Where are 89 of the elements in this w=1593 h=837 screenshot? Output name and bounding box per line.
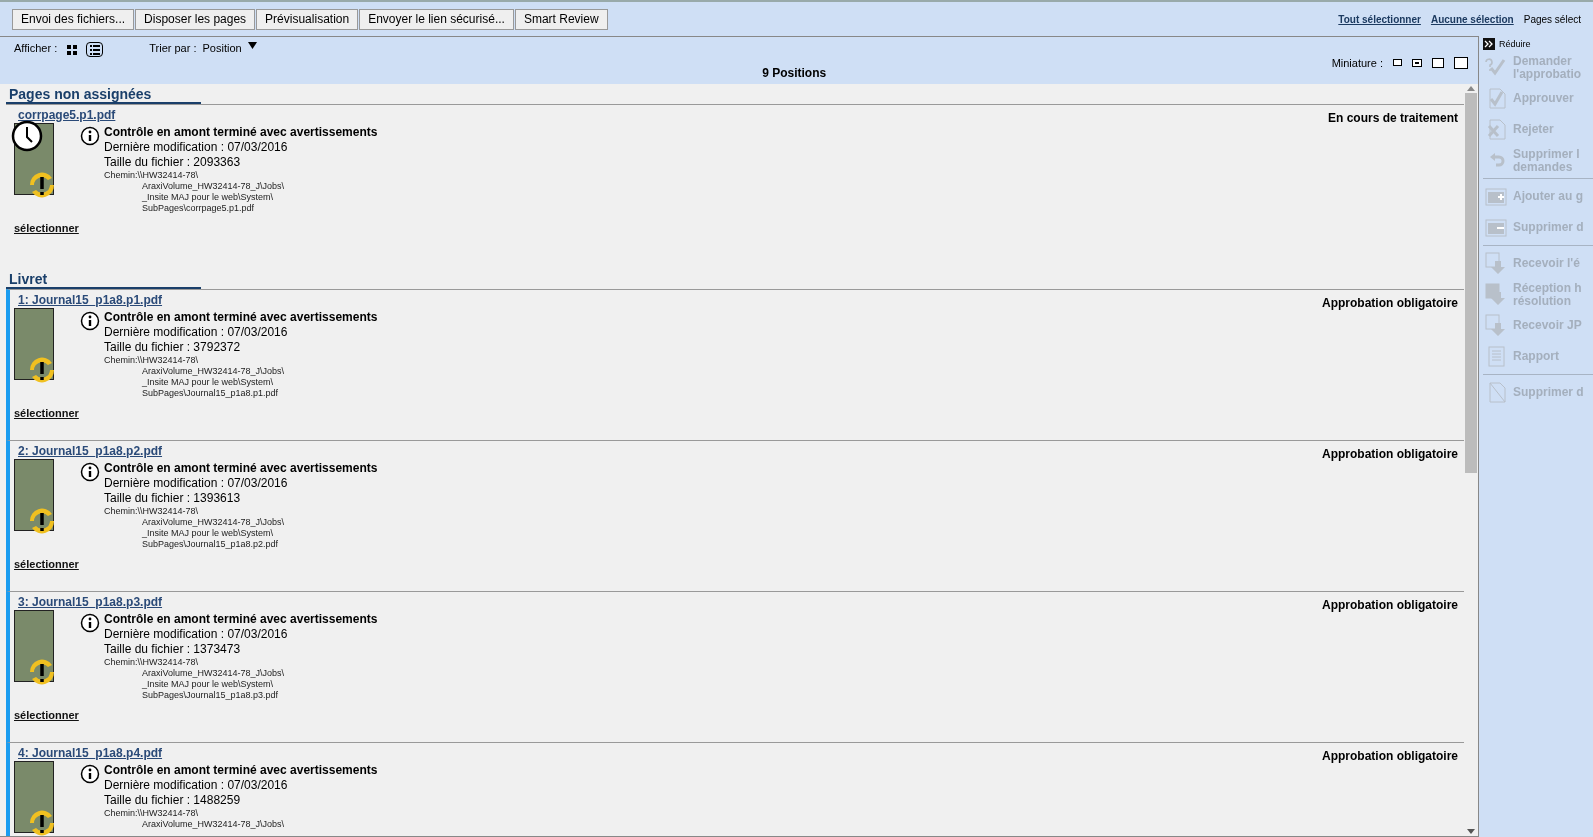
file-path: SubPages\Journal15_p1a8.p1.pdf — [141, 388, 280, 399]
file-size: Taille du fichier : 3792372 — [104, 340, 242, 355]
collapse-icon[interactable] — [1483, 38, 1495, 50]
info-icon — [80, 613, 100, 633]
file-size: Taille du fichier : 2093363 — [104, 155, 242, 170]
section-heading: Pages non assignées — [6, 84, 201, 104]
file-size: Taille du fichier : 1373473 — [104, 642, 242, 657]
file-path: SubPages\Journal15_p1a8.p3.pdf — [141, 690, 280, 701]
toolbar-button[interactable]: Disposer les pages — [135, 8, 256, 30]
info-icon — [80, 311, 100, 331]
file-link[interactable]: corrpage5.p1.pdf — [18, 107, 116, 125]
photo-placeholder — [14, 308, 54, 380]
status-label: Approbation obligatoire — [1322, 749, 1458, 763]
modified-date: Dernière modification : 07/03/2016 — [104, 627, 289, 642]
modified-date: Dernière modification : 07/03/2016 — [104, 325, 289, 340]
selection-link[interactable]: Aucune sélection — [1430, 13, 1514, 25]
preflight-status: Contrôle en amont terminé avec avertissements — [104, 612, 378, 627]
folder-add-icon — [1485, 185, 1507, 208]
file-path: AraxiVolume_HW32414-78_J\Jobs\ — [141, 517, 286, 528]
file-path: Chemin:\\HW32414-78\ — [104, 355, 200, 366]
select-link[interactable]: sélectionner — [14, 709, 79, 721]
file-path: Chemin:\\HW32414-78\ — [104, 657, 200, 668]
file-path: _Insite MAJ pour le web\System\ — [141, 377, 275, 388]
file-path: AraxiVolume_HW32414-78_J\Jobs\ — [141, 819, 286, 830]
file-size: Taille du fichier : 1393613 — [104, 491, 242, 506]
thumbnail-size-option[interactable] — [1393, 59, 1402, 66]
file-path: _Insite MAJ pour le web\System\ — [141, 679, 275, 690]
scroll-down-icon[interactable] — [1467, 829, 1475, 834]
selected-pages-label: Pages sélect — [1523, 13, 1581, 25]
status-label: En cours de traitement — [1327, 111, 1458, 125]
toolbar-button[interactable]: Envoyer le lien sécurisé... — [359, 8, 514, 30]
dropdown-arrow-icon[interactable] — [247, 42, 257, 50]
info-icon — [80, 764, 100, 784]
info-icon — [80, 462, 100, 482]
select-link[interactable]: sélectionner — [14, 222, 79, 234]
status-label: Approbation obligatoire — [1322, 447, 1458, 461]
modified-date: Dernière modification : 07/03/2016 — [104, 476, 289, 491]
position-count: 9 Positions — [761, 66, 828, 82]
toolbar-button[interactable]: Prévisualisation — [256, 8, 359, 30]
file-link[interactable]: 3: Journal15_p1a8.p3.pdf — [18, 594, 163, 612]
scroll-up-icon[interactable] — [1467, 86, 1475, 91]
file-link[interactable]: 4: Journal15_p1a8.p4.pdf — [18, 745, 163, 763]
reject-icon — [1485, 118, 1507, 141]
selection-link[interactable]: Tout sélectionner — [1338, 13, 1421, 25]
scrollbar[interactable] — [1464, 84, 1478, 836]
select-link[interactable]: sélectionner — [14, 558, 79, 570]
preflight-status: Contrôle en amont terminé avec avertissements — [104, 125, 378, 140]
file-path: AraxiVolume_HW32414-78_J\Jobs\ — [141, 181, 286, 192]
modified-date: Dernière modification : 07/03/2016 — [104, 778, 289, 793]
thumbnail-size-option[interactable] — [1412, 58, 1422, 67]
file-link[interactable]: 1: Journal15_p1a8.p1.pdf — [18, 292, 163, 310]
select-link[interactable]: sélectionner — [14, 407, 79, 419]
list-view-icon[interactable] — [86, 42, 104, 57]
status-label: Approbation obligatoire — [1322, 296, 1458, 310]
sort-dropdown[interactable]: Position — [202, 42, 242, 54]
file-path: Chemin:\\HW32414-78\ — [104, 506, 200, 517]
file-path: AraxiVolume_HW32414-78_J\Jobs\ — [141, 366, 286, 377]
photo-placeholder — [14, 459, 54, 531]
thumbnail-size-label: Miniature : — [1331, 56, 1383, 69]
download-jpg-icon — [1485, 314, 1507, 337]
sort-label: Trier par : — [149, 42, 197, 54]
folder-remove-icon — [1485, 216, 1507, 239]
status-label: Approbation obligatoire — [1322, 598, 1458, 612]
preflight-status: Contrôle en amont terminé avec avertissements — [104, 461, 378, 476]
photo-placeholder — [14, 761, 54, 833]
preflight-status: Contrôle en amont terminé avec avertissements — [104, 310, 378, 325]
report-icon — [1485, 345, 1507, 368]
file-size: Taille du fichier : 1488259 — [104, 793, 242, 808]
thumbnail-size-option[interactable] — [1432, 57, 1444, 68]
photo-placeholder — [14, 610, 54, 682]
file-path: Chemin:\\HW32414-78\ — [104, 808, 200, 819]
download-hi-icon — [1485, 283, 1507, 306]
preflight-status: Contrôle en amont terminé avec avertissements — [104, 763, 378, 778]
file-path: _Insite MAJ pour le web\System\ — [141, 528, 275, 539]
file-path: SubPages\corrpage5.p1.pdf — [141, 203, 256, 214]
modified-date: Dernière modification : 07/03/2016 — [104, 140, 289, 155]
info-icon — [80, 126, 100, 146]
file-path: SubPages\Journal15_p1a8.p2.pdf — [141, 539, 280, 550]
toolbar-button[interactable]: Smart Review — [514, 8, 608, 30]
toolbar-button[interactable]: Envoi des fichiers... — [12, 8, 135, 30]
file-link[interactable]: 2: Journal15_p1a8.p2.pdf — [18, 443, 163, 461]
view-label: Afficher : — [14, 42, 58, 54]
thumbnail-size-option[interactable] — [1454, 56, 1468, 69]
download-icon — [1485, 252, 1507, 275]
section-heading: Livret — [6, 269, 201, 289]
file-path: AraxiVolume_HW32414-78_J\Jobs\ — [141, 668, 286, 679]
file-path: Chemin:\\HW32414-78\ — [104, 170, 200, 181]
file-path: _Insite MAJ pour le web\System\ — [141, 192, 275, 203]
collapse-link[interactable]: Réduire — [1499, 39, 1531, 49]
